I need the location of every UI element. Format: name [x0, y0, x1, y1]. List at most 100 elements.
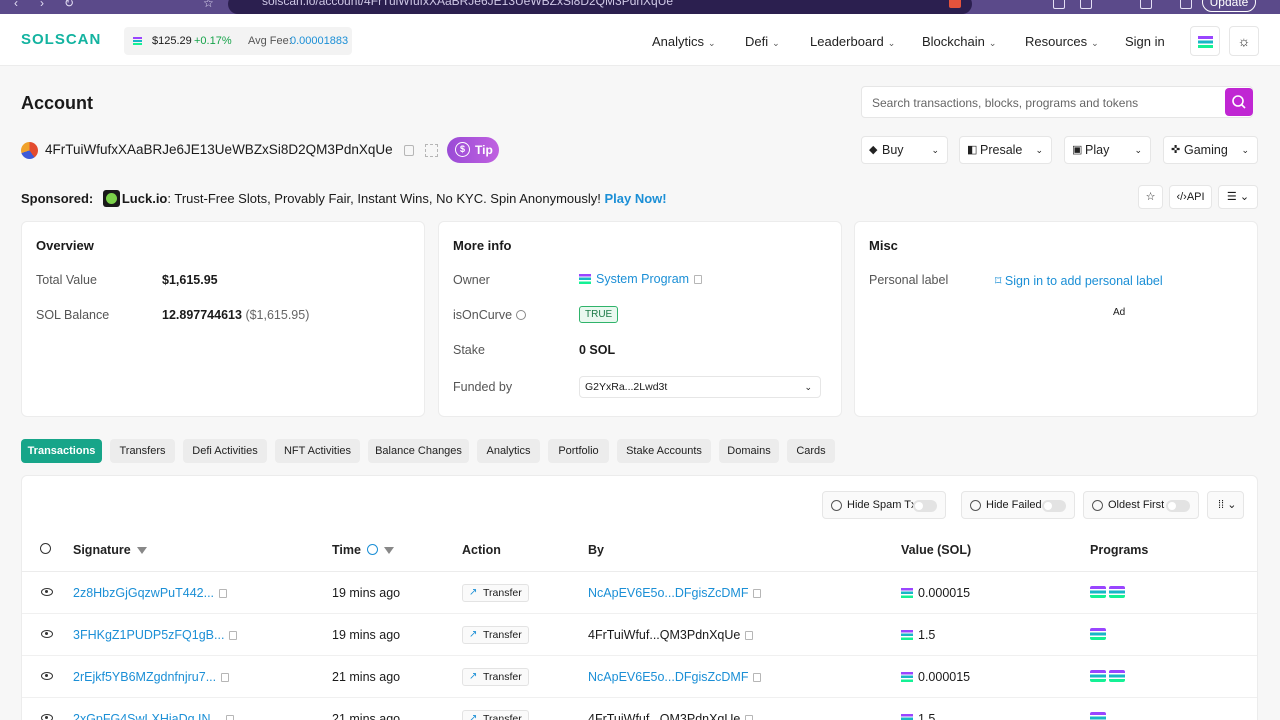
extension-icon[interactable]: [1053, 0, 1065, 9]
column-settings-button[interactable]: ⁞⁞ ⌄: [1207, 491, 1244, 519]
program-icon[interactable]: [1090, 670, 1106, 682]
value-cell: 1.5: [901, 628, 935, 642]
tab-cards[interactable]: Cards: [787, 439, 835, 463]
presale-button[interactable]: ◧ Presale ⌄: [959, 136, 1052, 164]
copy-icon[interactable]: [753, 673, 762, 682]
toggle-switch[interactable]: [1042, 500, 1066, 512]
play-button[interactable]: ▣ Play ⌄: [1064, 136, 1151, 164]
signature-link[interactable]: 2rEjkf5YB6MZgdnfnjru7...: [73, 670, 216, 684]
tab-transfers[interactable]: Transfers: [110, 439, 175, 463]
extension-icon[interactable]: [1140, 0, 1152, 9]
more-options-button[interactable]: ☰ ⌄: [1218, 185, 1258, 209]
copy-icon[interactable]: [225, 715, 234, 720]
stake-value: 0 SOL: [579, 343, 616, 357]
tab-portfolio[interactable]: Portfolio: [548, 439, 609, 463]
gaming-button[interactable]: ✜ Gaming ⌄: [1163, 136, 1258, 164]
diamond-icon: ◆: [869, 144, 878, 156]
info-icon: [970, 500, 981, 511]
copy-icon[interactable]: [221, 673, 230, 682]
hide-failed-toggle[interactable]: Hide Failed: [961, 491, 1075, 519]
by-address[interactable]: NcApEV6E5o...DFgisZcDMF: [588, 670, 748, 684]
update-button[interactable]: Update: [1202, 0, 1256, 12]
forward-icon[interactable]: ›: [40, 0, 44, 10]
reload-icon[interactable]: ↻: [64, 0, 74, 10]
eye-icon[interactable]: [41, 630, 53, 638]
tab-stake-accounts[interactable]: Stake Accounts: [617, 439, 711, 463]
solscan-logo[interactable]: SOLSCAN: [21, 31, 101, 48]
avg-fee-label: Avg Fee:: [248, 35, 292, 47]
qr-code-icon[interactable]: [425, 144, 438, 157]
oldest-first-toggle[interactable]: Oldest First: [1083, 491, 1199, 519]
sponsor-brand[interactable]: Luck.io: [122, 191, 168, 206]
nav-resources[interactable]: Resources ⌄: [1025, 34, 1099, 49]
signature-link[interactable]: 2xGpFG4SwLXHiaDq.IN...: [73, 712, 221, 720]
chevron-down-icon: ⌄: [1227, 499, 1237, 511]
nav-analytics[interactable]: Analytics ⌄: [652, 34, 716, 49]
eye-icon[interactable]: [41, 714, 53, 720]
value-amount: 1.5: [918, 712, 936, 720]
help-icon[interactable]: [40, 543, 51, 557]
by-address[interactable]: NcApEV6E5o...DFgisZcDMF: [588, 586, 748, 600]
search-input[interactable]: Search transactions, blocks, programs an…: [861, 86, 1253, 118]
info-icon[interactable]: [515, 310, 526, 320]
value-amount: 1.5: [918, 628, 936, 642]
copy-icon[interactable]: [219, 589, 228, 598]
nav-leaderboard[interactable]: Leaderboard ⌄: [810, 34, 895, 49]
arrow-up-right-icon: ↗: [469, 587, 478, 598]
api-button[interactable]: ‹/›API: [1169, 185, 1212, 209]
brave-shield-icon[interactable]: [949, 0, 961, 8]
favorite-star-icon[interactable]: ☆: [1138, 185, 1163, 209]
copy-icon[interactable]: [753, 589, 762, 598]
chevron-down-icon: ⌄: [1241, 145, 1249, 155]
by-address[interactable]: 4FrTuiWfuf...QM3PdnXqUe: [588, 628, 740, 642]
funded-by-select[interactable]: G2YxRa...2Lwd3t ⌄: [579, 376, 821, 398]
eye-icon[interactable]: [41, 672, 53, 680]
copy-icon[interactable]: [229, 631, 238, 640]
account-avatar: [21, 142, 38, 159]
program-icon[interactable]: [1090, 586, 1106, 598]
program-icon[interactable]: [1090, 628, 1106, 640]
tab-transactions[interactable]: Transactions: [21, 439, 102, 463]
filter-icon[interactable]: [136, 547, 147, 554]
sol-balance-label: SOL Balance: [36, 308, 110, 322]
eye-icon[interactable]: [41, 588, 53, 596]
copy-icon[interactable]: [404, 145, 414, 156]
network-selector-button[interactable]: [1190, 26, 1220, 56]
clock-icon[interactable]: [366, 544, 378, 555]
sign-in-link[interactable]: Sign in: [1125, 34, 1165, 49]
theme-toggle-icon[interactable]: ☼: [1229, 26, 1259, 56]
buy-button[interactable]: ◆ Buy ⌄: [861, 136, 948, 164]
tab-defi-activities[interactable]: Defi Activities: [183, 439, 267, 463]
copy-icon[interactable]: [745, 631, 754, 640]
personal-label-link[interactable]: ⌑ Sign in to add personal label: [995, 273, 1163, 288]
bookmark-icon[interactable]: ☆: [203, 0, 214, 10]
play-now-link[interactable]: Play Now!: [604, 191, 666, 206]
tab-balance-changes[interactable]: Balance Changes: [368, 439, 469, 463]
extension-icon[interactable]: [1080, 0, 1092, 9]
tab-domains[interactable]: Domains: [719, 439, 779, 463]
copy-icon[interactable]: [694, 275, 703, 284]
search-button[interactable]: [1225, 88, 1253, 116]
tab-nft-activities[interactable]: NFT Activities: [275, 439, 360, 463]
signature-link[interactable]: 2z8HbzGjGqzwPuT442...: [73, 586, 214, 600]
program-icon[interactable]: [1090, 712, 1106, 720]
hide-spam-toggle[interactable]: Hide Spam Txs: [822, 491, 946, 519]
programs-cell: [1090, 670, 1128, 685]
tip-button[interactable]: $ Tip: [447, 137, 499, 163]
toggle-switch[interactable]: [1166, 500, 1190, 512]
nav-blockchain[interactable]: Blockchain ⌄: [922, 34, 996, 49]
signature-link[interactable]: 3FHKgZ1PUDP5zFQ1gB...: [73, 628, 224, 642]
tab-analytics[interactable]: Analytics: [477, 439, 540, 463]
address-bar[interactable]: solscan.io/account/4FrTuiWfufxXAaBRJe6JE…: [228, 0, 972, 14]
nav-defi[interactable]: Defi ⌄: [745, 34, 780, 49]
programs-cell: [1090, 628, 1109, 643]
profile-icon[interactable]: [1180, 0, 1192, 9]
program-icon[interactable]: [1109, 586, 1125, 598]
copy-icon[interactable]: [745, 715, 754, 720]
program-icon[interactable]: [1109, 670, 1125, 682]
back-icon[interactable]: ‹: [14, 0, 18, 10]
by-address[interactable]: 4FrTuiWfuf...QM3PdnXqUe: [588, 712, 740, 720]
owner-link[interactable]: System Program: [596, 272, 689, 286]
toggle-switch[interactable]: [913, 500, 937, 512]
filter-icon[interactable]: [383, 547, 394, 554]
